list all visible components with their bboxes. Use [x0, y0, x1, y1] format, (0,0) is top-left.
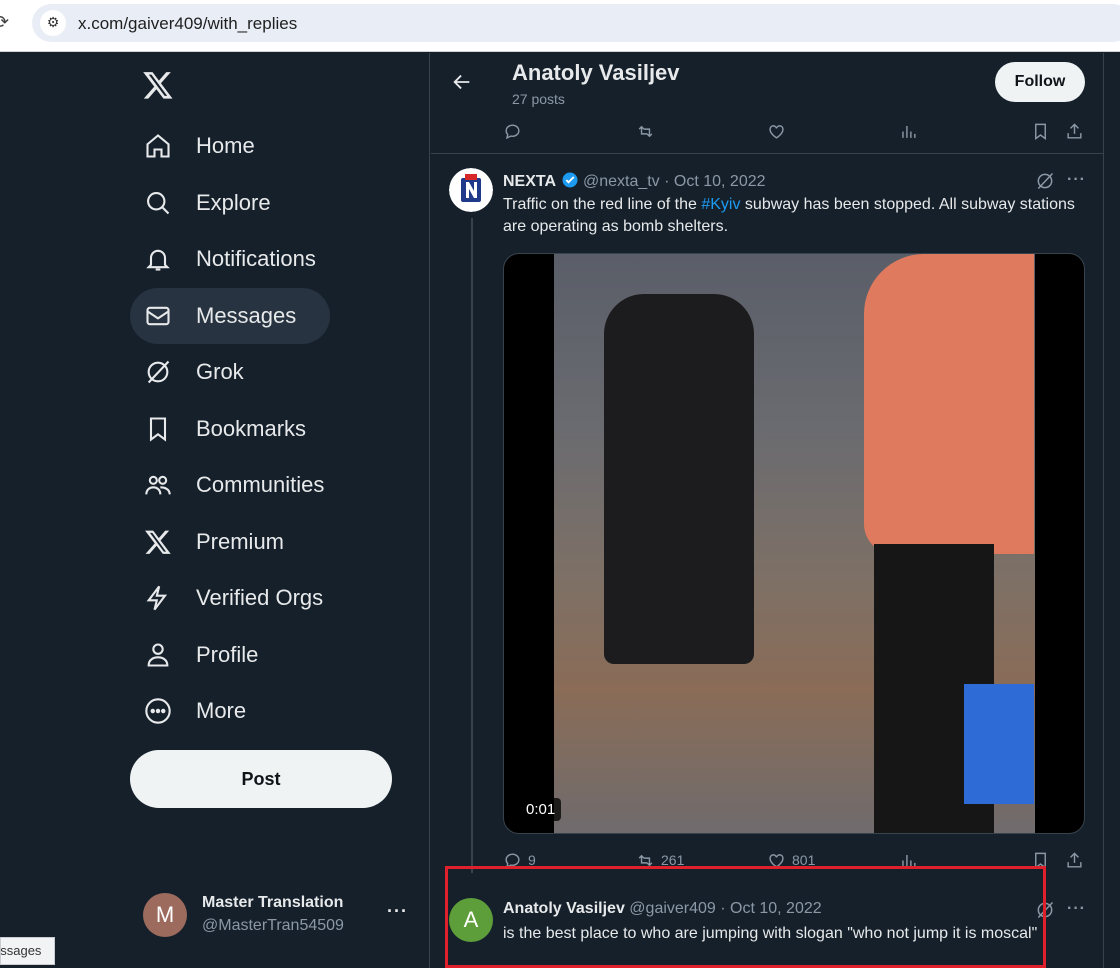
person-figure: [864, 254, 1034, 554]
sidebar-item-notifications[interactable]: Notifications: [130, 231, 330, 287]
sidebar-item-label: Verified Orgs: [196, 585, 324, 610]
sidebar: Home Explore Notifications Messages Grok…: [0, 53, 430, 968]
like-icon[interactable]: [767, 119, 786, 143]
highlight-box: [445, 866, 1046, 968]
nexta-avatar[interactable]: [449, 168, 493, 212]
grok-icon[interactable]: [1035, 171, 1055, 191]
lightning-icon: [146, 585, 168, 611]
page-title: Anatoly Vasiljev: [512, 60, 680, 85]
account-handle: @MasterTran54509: [202, 917, 344, 934]
bell-icon: [146, 249, 170, 271]
share-icon[interactable]: [1065, 848, 1084, 872]
people-icon: [145, 475, 171, 495]
sidebar-item-label: Messages: [196, 303, 297, 328]
person-icon: [147, 643, 169, 667]
tweet-actions: [503, 119, 1085, 143]
video-duration: 0:01: [520, 798, 562, 821]
sidebar-item-more[interactable]: More: [130, 683, 260, 739]
sidebar-item-grok[interactable]: Grok: [130, 344, 258, 400]
tweet-author[interactable]: NEXTA: [503, 173, 556, 190]
post-button[interactable]: Post: [130, 750, 392, 808]
separator: ·: [659, 173, 674, 190]
address-bar[interactable]: ⚙ x.com/gaiver409/with_replies: [32, 4, 1120, 42]
site-settings-icon[interactable]: ⚙: [40, 10, 66, 36]
bookmark-icon: [149, 417, 167, 442]
reload-icon[interactable]: ⟳: [0, 12, 9, 33]
tweet-header: NEXTA @nexta_tv · Oct 10, 2022: [503, 171, 766, 191]
sidebar-item-profile[interactable]: Profile: [130, 627, 272, 683]
sidebar-item-label: Grok: [196, 359, 244, 384]
home-icon: [146, 134, 170, 158]
url-text[interactable]: x.com/gaiver409/with_replies: [78, 14, 297, 34]
sidebar-item-label: Notifications: [196, 246, 316, 271]
grok-icon: [147, 360, 170, 384]
sidebar-item-label: Communities: [196, 472, 325, 497]
share-icon[interactable]: [1065, 119, 1084, 143]
verified-badge-icon: [562, 172, 577, 188]
sidebar-item-communities[interactable]: Communities: [130, 457, 338, 513]
follow-button[interactable]: Follow: [995, 62, 1085, 102]
divider: [431, 153, 1103, 154]
hashtag-link[interactable]: #Kyiv: [701, 196, 740, 213]
tweet-handle[interactable]: @nexta_tv: [583, 173, 660, 190]
search-icon: [147, 192, 170, 215]
person-figure: [604, 294, 754, 664]
views-icon[interactable]: [899, 119, 918, 143]
avatar: M: [143, 893, 187, 937]
more-circle-icon: [145, 698, 171, 724]
main-column: Anatoly Vasiljev 27 posts Follow NEXTA @…: [431, 53, 1104, 968]
video-player[interactable]: 0:01: [503, 253, 1085, 834]
sidebar-item-bookmarks[interactable]: Bookmarks: [130, 401, 320, 457]
tweet-date[interactable]: Oct 10, 2022: [674, 173, 766, 190]
thread-line: [471, 218, 473, 873]
sidebar-item-premium[interactable]: Premium: [130, 514, 298, 570]
tooltip: essages: [0, 937, 55, 965]
sidebar-item-label: Premium: [196, 529, 285, 554]
sidebar-item-home[interactable]: Home: [130, 118, 269, 174]
repost-icon[interactable]: [636, 119, 655, 143]
more-dots-icon[interactable]: ···: [387, 901, 408, 922]
sidebar-item-label: Home: [196, 133, 255, 158]
sidebar-item-label: Explore: [196, 190, 271, 215]
more-dots-icon[interactable]: ···: [1067, 171, 1086, 189]
back-arrow-icon[interactable]: [451, 71, 473, 93]
tweet-text-part: Traffic on the red line of the: [503, 196, 702, 213]
sidebar-item-label: Bookmarks: [196, 416, 307, 441]
tweet-text: Traffic on the red line of the #Kyiv sub…: [503, 194, 1088, 238]
blue-box: [964, 684, 1034, 804]
sidebar-item-explore[interactable]: Explore: [130, 175, 285, 231]
sidebar-item-verified-orgs[interactable]: Verified Orgs: [130, 570, 337, 626]
sidebar-item-label: More: [196, 698, 247, 723]
envelope-icon: [146, 306, 170, 326]
more-dots-icon[interactable]: ···: [1067, 900, 1086, 918]
sidebar-item-label: Profile: [196, 642, 259, 667]
reply-icon[interactable]: [503, 119, 522, 143]
x-logo-icon[interactable]: [142, 69, 174, 101]
sidebar-item-messages[interactable]: Messages: [130, 288, 330, 344]
account-name: Master Translation: [202, 894, 344, 911]
video-frame: [554, 254, 1035, 833]
bookmark-icon[interactable]: [1031, 119, 1050, 143]
account-switcher[interactable]: M Master Translation @MasterTran54509 ··…: [143, 891, 413, 941]
x-logo-icon: [145, 530, 171, 554]
tooltip-text: essages: [0, 943, 42, 958]
profile-header: Anatoly Vasiljev 27 posts Follow: [431, 53, 1103, 113]
post-count: 27 posts: [512, 91, 565, 107]
browser-bar: ⟳ ⚙ x.com/gaiver409/with_replies: [0, 0, 1120, 52]
